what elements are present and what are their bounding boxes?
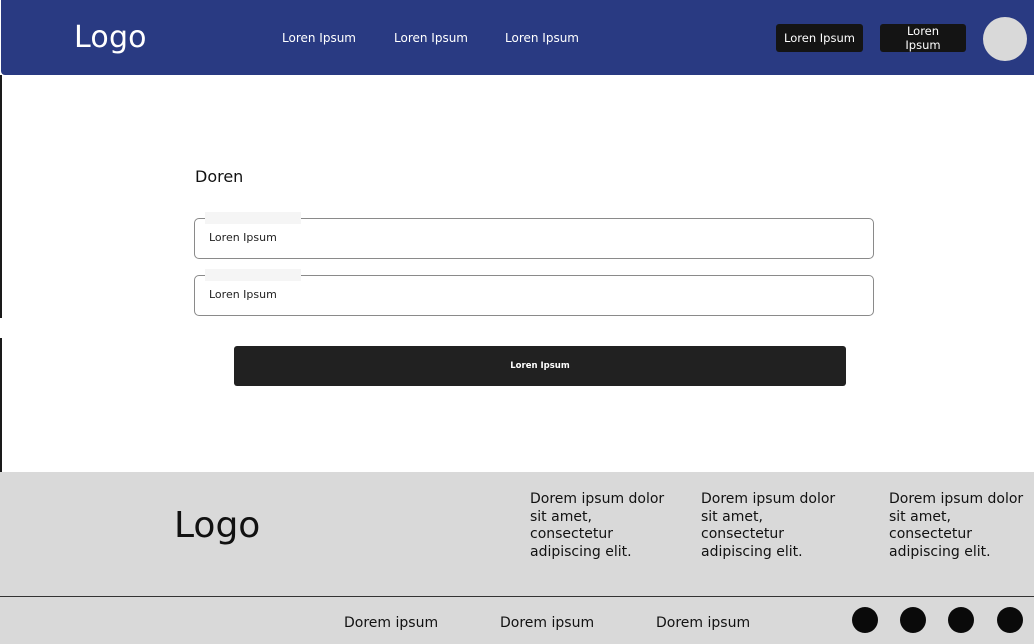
left-edge-divider: [0, 75, 2, 472]
avatar[interactable]: [983, 17, 1027, 61]
header-button-2[interactable]: Loren Ipsum: [880, 24, 966, 52]
social-icon-4[interactable]: [997, 607, 1023, 633]
text-input-1[interactable]: [209, 231, 809, 244]
social-icon-2[interactable]: [900, 607, 926, 633]
header-logo[interactable]: Logo: [74, 20, 147, 55]
footer-logo[interactable]: Logo: [174, 505, 260, 546]
footer-text-column-2: Dorem ipsum dolor sit amet, consectetur …: [701, 491, 836, 560]
footer-text-column-1: Dorem ipsum dolor sit amet, consectetur …: [530, 491, 665, 560]
footer-link-3[interactable]: Dorem ipsum: [656, 615, 750, 631]
form-title: Doren: [195, 167, 244, 186]
nav-link-1[interactable]: Loren Ipsum: [282, 31, 356, 45]
social-icon-1[interactable]: [852, 607, 878, 633]
left-edge-gap: [0, 318, 2, 338]
text-input-2[interactable]: [209, 288, 809, 301]
footer-link-2[interactable]: Dorem ipsum: [500, 615, 594, 631]
social-icon-3[interactable]: [948, 607, 974, 633]
field-label-notch: [205, 269, 301, 281]
top-navbar: Logo Loren Ipsum Loren Ipsum Loren Ipsum…: [1, 0, 1034, 75]
footer: Logo Dorem ipsum dolor sit amet, consect…: [0, 472, 1034, 596]
field-label-notch: [205, 212, 301, 224]
nav-link-2[interactable]: Loren Ipsum: [394, 31, 468, 45]
page: Logo Loren Ipsum Loren Ipsum Loren Ipsum…: [0, 0, 1034, 644]
footer-text-column-3: Dorem ipsum dolor sit amet, consectetur …: [889, 491, 1024, 560]
header-button-1[interactable]: Loren Ipsum: [776, 24, 863, 52]
submit-button[interactable]: Loren Ipsum: [234, 346, 846, 386]
nav-link-3[interactable]: Loren Ipsum: [505, 31, 579, 45]
input-field-2[interactable]: [194, 269, 874, 316]
footer-link-1[interactable]: Dorem ipsum: [344, 615, 438, 631]
input-field-1[interactable]: [194, 212, 874, 259]
footer-bottom-bar: Dorem ipsum Dorem ipsum Dorem ipsum: [0, 596, 1034, 644]
